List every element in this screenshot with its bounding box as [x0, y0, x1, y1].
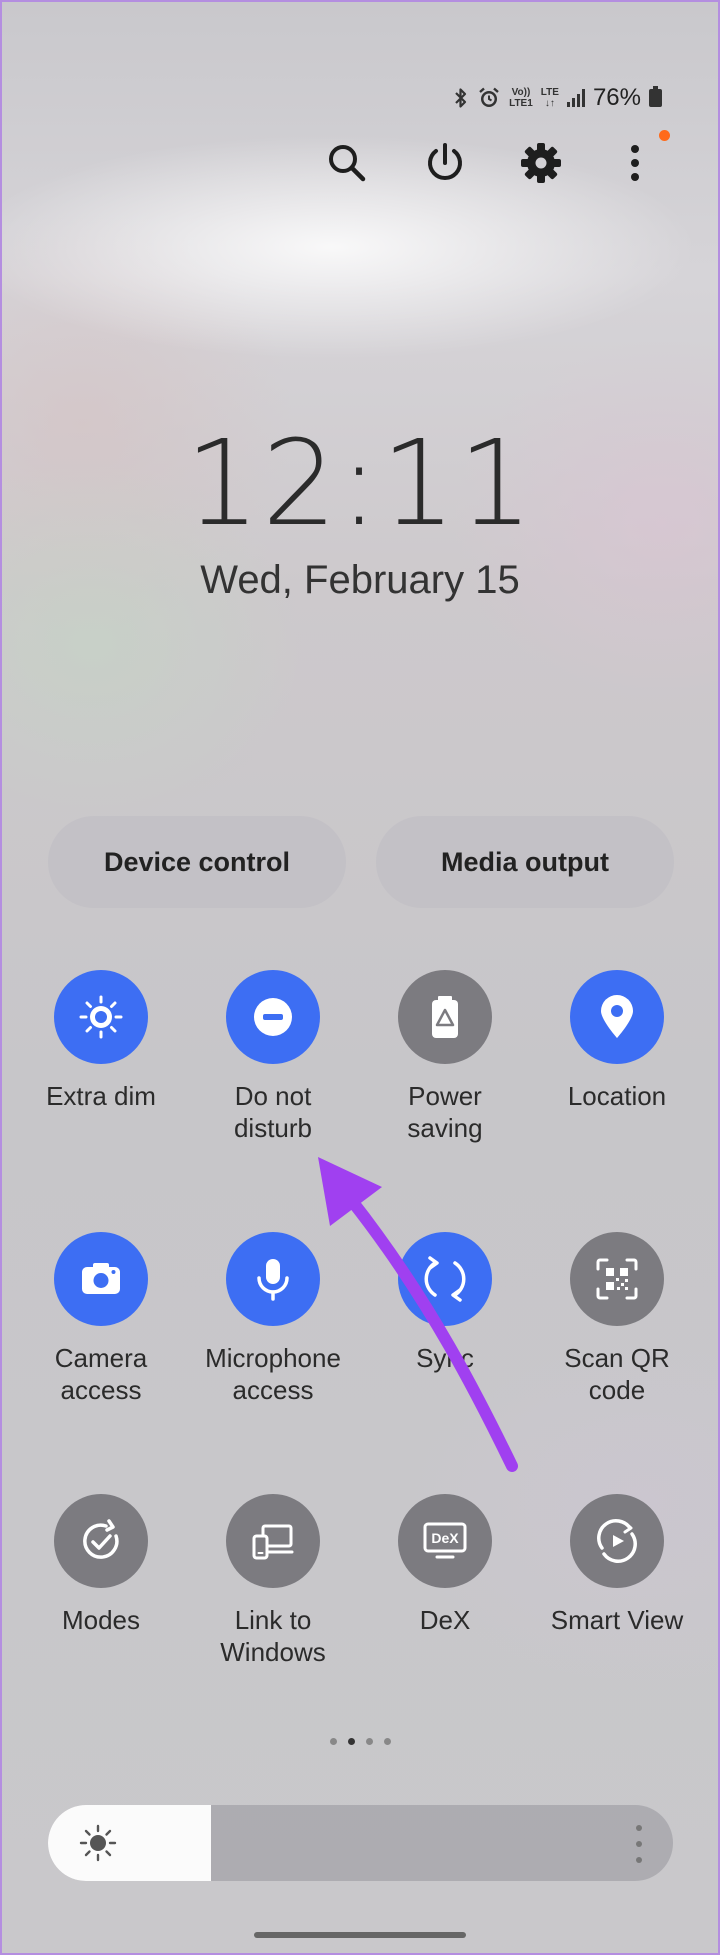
alarm-icon [479, 87, 499, 107]
tile-microphone-access[interactable]: Microphone access [187, 1232, 359, 1406]
location-pin-icon [601, 995, 633, 1038]
device-control-button[interactable]: Device control [48, 816, 346, 908]
tile-do-not-disturb[interactable]: Do not disturb [187, 970, 359, 1144]
battery-percent: 76% [592, 84, 641, 111]
microphone-icon [257, 1259, 289, 1301]
qr-code-icon [596, 1258, 638, 1300]
bluetooth-icon [455, 88, 467, 108]
more-options-button[interactable] [610, 138, 660, 188]
tile-dex[interactable]: DeX DeX [359, 1494, 531, 1636]
smart-view-icon [597, 1519, 637, 1563]
tile-scan-qr-code[interactable]: Scan QR code [531, 1232, 703, 1406]
tile-smart-view[interactable]: Smart View [531, 1494, 703, 1636]
page-dot [365, 1738, 373, 1745]
extra-dim-toggle[interactable] [54, 970, 148, 1064]
modes-toggle[interactable] [54, 1494, 148, 1588]
do-not-disturb-icon [254, 998, 292, 1036]
lte-icon: LTE ↓↑ [541, 87, 559, 109]
brightness-slider[interactable] [48, 1805, 673, 1881]
volte-icon: Vo)) LTE1 [509, 87, 533, 109]
volte-top-text: Vo)) [511, 87, 531, 98]
page-dot [383, 1738, 391, 1745]
tile-power-saving[interactable]: Power saving [359, 970, 531, 1144]
extra-dim-icon [79, 995, 123, 1039]
tile-label: Camera access [54, 1343, 148, 1405]
power-saving-toggle[interactable] [398, 970, 492, 1064]
modes-icon [83, 1519, 119, 1559]
settings-button[interactable] [516, 138, 566, 188]
link-to-windows-toggle[interactable] [226, 1494, 320, 1588]
microphone-access-toggle[interactable] [226, 1232, 320, 1326]
tile-label: Microphone access [205, 1343, 341, 1405]
dex-icon-text: DeX [431, 1530, 459, 1546]
tile-label: Sync [416, 1343, 474, 1373]
media-output-button[interactable]: Media output [376, 816, 674, 908]
tile-modes[interactable]: Modes [15, 1494, 187, 1636]
smart-view-toggle[interactable] [570, 1494, 664, 1588]
location-toggle[interactable] [570, 970, 664, 1064]
search-icon [329, 145, 366, 182]
battery-icon [649, 86, 662, 107]
navigation-handle[interactable] [254, 1932, 466, 1938]
do-not-disturb-toggle[interactable] [226, 970, 320, 1064]
notification-dot [659, 130, 670, 141]
clock-time: 12:11 [184, 414, 536, 552]
tile-label: Extra dim [46, 1081, 156, 1111]
page-indicator [0, 1738, 720, 1745]
camera-access-toggle[interactable] [54, 1232, 148, 1326]
tile-sync[interactable]: Sync [359, 1232, 531, 1374]
tile-label: Modes [61, 1605, 141, 1635]
more-vertical-icon [631, 145, 639, 181]
tile-label: Power saving [407, 1081, 483, 1143]
volte-bottom-text: LTE1 [509, 98, 533, 109]
tile-camera-access[interactable]: Camera access [15, 1232, 187, 1406]
tile-link-to-windows[interactable]: Link to Windows [187, 1494, 359, 1668]
tile-location[interactable]: Location [531, 970, 703, 1112]
data-arrows-icon: ↓↑ [544, 98, 555, 109]
dex-toggle[interactable]: DeX [398, 1494, 492, 1588]
page-dot [329, 1738, 337, 1745]
tile-label: Link to Windows [220, 1605, 326, 1667]
quick-panel-actions [320, 138, 680, 188]
brightness-fill [48, 1805, 211, 1881]
sync-toggle[interactable] [398, 1232, 492, 1326]
lte-text: LTE [540, 87, 559, 98]
clock-date: Wed, February 15 [200, 558, 520, 602]
status-bar: Vo)) LTE1 LTE ↓↑ 76% [453, 84, 662, 112]
tile-label: Do not disturb [233, 1081, 313, 1143]
settings-gear-icon [521, 143, 561, 183]
power-button[interactable] [420, 138, 470, 188]
tile-label: Smart View [550, 1605, 684, 1635]
scan-qr-code-toggle[interactable] [570, 1232, 664, 1326]
page-dot [347, 1738, 355, 1745]
link-to-windows-icon [252, 1524, 294, 1560]
tile-extra-dim[interactable]: Extra dim [15, 970, 187, 1112]
power-icon [428, 143, 462, 180]
tile-label: Scan QR code [564, 1343, 670, 1405]
brightness-more-button[interactable] [635, 1825, 643, 1863]
brightness-sun-icon [79, 1824, 117, 1862]
dex-icon: DeX [423, 1522, 467, 1559]
tile-label: Location [567, 1081, 667, 1111]
search-button[interactable] [322, 138, 372, 188]
power-saving-icon [432, 996, 458, 1038]
sync-icon [424, 1256, 466, 1302]
tile-label: DeX [419, 1605, 471, 1635]
camera-icon [82, 1263, 120, 1294]
signal-icon [566, 89, 585, 107]
